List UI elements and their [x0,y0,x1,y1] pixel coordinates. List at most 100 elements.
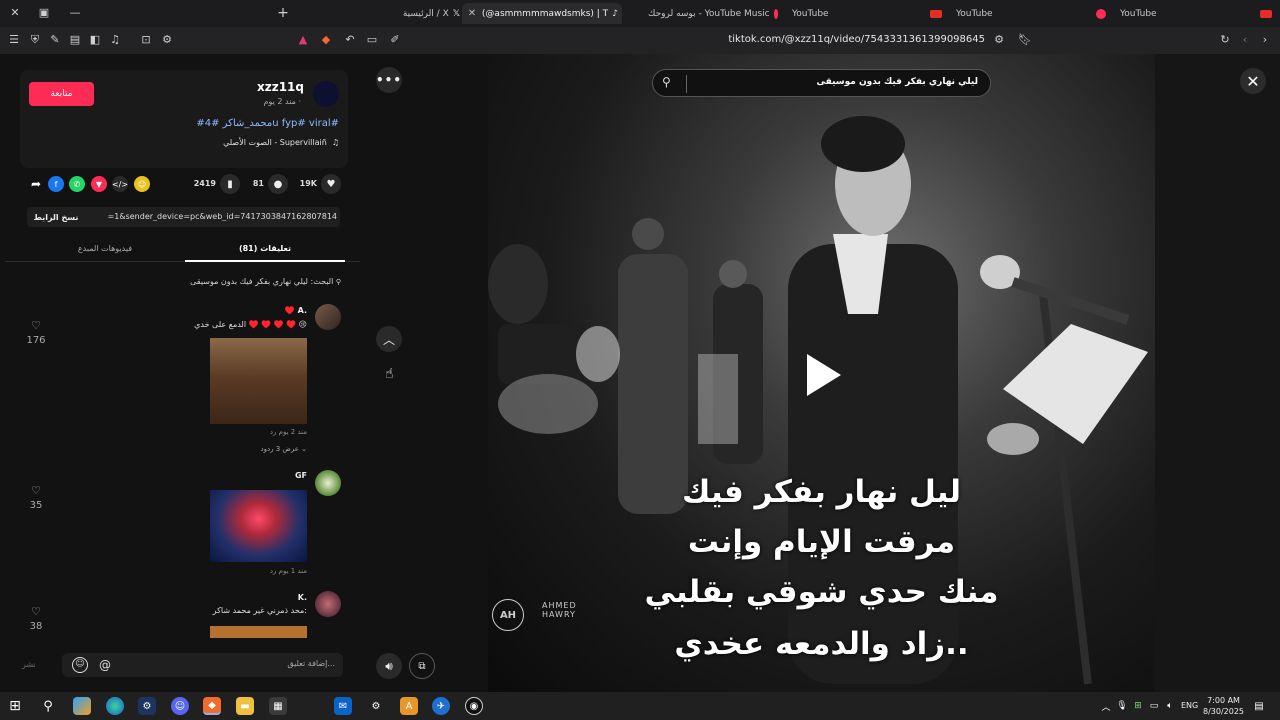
volume-icon[interactable]: 🔊︎ [376,653,402,679]
speaker-icon[interactable]: 🔈︎ [1161,697,1179,715]
copilot-icon[interactable] [73,697,91,715]
shield-icon[interactable]: ⛨ [27,32,43,48]
input-language[interactable]: ENG [1181,701,1198,710]
window-icon[interactable]: ⊡ [138,32,154,48]
discord-icon[interactable]: ☺ [171,697,189,715]
tab-title: YouTube [792,8,829,19]
brave-shield-icon[interactable]: ◆ [318,32,334,48]
comment-author[interactable]: ♥️ A. [285,306,307,315]
music-icon[interactable]: ♫ [107,32,123,48]
close-icon[interactable]: ✕ [1240,68,1266,94]
post-comment-button[interactable]: نشر [22,660,36,669]
tab-creator-videos[interactable]: فيديوهات المبدع [25,244,185,253]
tab-x[interactable]: الرئيسية / X 𝕏 [390,3,460,24]
screen-icon[interactable]: ▭ [364,32,380,48]
author-username[interactable]: xzz11q [257,80,304,94]
site-settings-icon[interactable]: ⚙ [991,32,1007,48]
minimize-icon[interactable]: — [67,5,83,21]
forward-icon[interactable]: › [1257,32,1273,48]
tab-comments[interactable]: تعليقات (81) [185,244,345,253]
comment-like-icon[interactable]: ♡ [28,605,44,618]
comment-sticker-image[interactable] [210,490,307,562]
close-tab-icon[interactable]: ✕ [466,8,478,19]
share-arrow-icon[interactable]: ➦ [28,176,44,192]
edit-icon[interactable]: ✐ [387,32,403,48]
author-avatar[interactable] [313,81,339,107]
video-frame[interactable]: ⚲ ليلي نهاري بفكر فيك بدون موسيقى ليل نه… [488,54,1155,692]
tab-youtube-1[interactable]: YouTube [792,3,942,24]
comment-input[interactable]: إضافة تعليق... ☺ @ [62,653,343,677]
facebook-icon[interactable]: f [48,176,64,192]
search-hint[interactable]: البحث: ليلي نهاري بفكر فيك بدون موسيقى ⚲ [190,277,341,286]
tabs-icon[interactable]: ▤ [67,32,83,48]
comment-like-icon[interactable]: ♡ [28,319,44,332]
emoji-icon[interactable]: ☺ [72,657,88,673]
youtube-icon [1260,9,1272,18]
comment-meta: مند 1 يوم رد [269,567,307,575]
comment-icon[interactable]: ● [268,174,288,194]
search-icon[interactable]: ⚲ [39,697,57,715]
brave-icon[interactable]: ◆ [203,697,221,715]
menu-icon[interactable]: ☰ [6,32,22,48]
vpn-icon[interactable]: ▲ [295,32,311,48]
browser-toolbar: ☰ ⛨ ✎ ▤ ◧ ♫ ⊡ ⚙ ▲ ◆ ↶ ▭ ✐ tiktok.com/@xz… [0,27,1280,54]
search-icon[interactable]: ⚲ [662,75,671,89]
reload-icon[interactable]: ↻ [1217,32,1233,48]
comment-author[interactable]: GF [295,471,307,480]
comment-avatar[interactable] [315,470,341,496]
settings-gear-icon[interactable]: ⚙ [367,697,385,715]
app-bird-icon[interactable]: ✈ [432,697,450,715]
friends-icon[interactable]: ☺ [134,176,150,192]
tab-youtube-music[interactable]: بوسه لروحك - YouTube Music [648,3,778,24]
comment-like-icon[interactable]: ♡ [28,484,44,497]
more-options-icon[interactable]: ••• [376,67,402,93]
comment-like-count: 35 [29,500,43,511]
watermark-logo-icon: AH [492,599,524,631]
embed-icon[interactable]: </> [112,176,128,192]
comment-sticker-image[interactable] [210,338,307,424]
send-icon[interactable]: ▼ [91,176,107,192]
sidebar-icon[interactable]: ◧ [87,32,103,48]
share-link-text[interactable]: =1&sender_device=pc&web_id=7417303847162… [89,212,337,221]
heart-icon[interactable]: ♥ [321,174,341,194]
tab-tiktok[interactable]: ✕ (@asmmmmmawdsmks) | TikTok ♪ [462,3,622,24]
post-sound[interactable]: الصوت الأصلي - Supervillaiñ ♫ [223,138,339,147]
tab-actions-icon[interactable]: ▣ [36,5,52,21]
close-window-icon[interactable]: ✕ [7,5,23,21]
tab-youtube-2[interactable]: YouTube [956,3,1106,24]
comment-author[interactable]: K. [298,593,307,602]
whatsapp-icon[interactable]: ✆ [69,176,85,192]
back-history-icon[interactable]: ↶ [342,32,358,48]
play-icon[interactable] [807,354,841,396]
settings-icon[interactable]: ⚙ [159,32,175,48]
comment-meta: مند 2 يوم رد [269,428,307,436]
notifications-icon[interactable]: ▤ [1250,697,1268,715]
extensions-icon[interactable]: ✎ [47,32,63,48]
steam-icon[interactable]: ⚙ [138,697,156,715]
video-search-bar[interactable]: ⚲ ليلي نهاري بفكر فيك بدون موسيقى [652,69,991,97]
follow-button[interactable]: متابعة [29,82,94,106]
store-icon[interactable]: ▦ [269,697,287,715]
app-a-icon[interactable]: A [400,697,418,715]
back-icon[interactable]: ‹ [1237,32,1253,48]
windows-start-icon[interactable]: ⊞ [6,697,24,715]
mention-icon[interactable]: @ [97,657,113,673]
comment-sticker-image[interactable] [210,626,307,638]
edge-icon[interactable] [106,697,124,715]
video-player[interactable]: ⚲ ليلي نهاري بفكر فيك بدون موسيقى ليل نه… [488,54,1280,692]
previous-video-chevron-up-icon[interactable]: ︿ [376,326,402,352]
post-hashtags[interactable]: #محمد_شاكر #4u fyp# viral# [196,118,339,129]
copy-link-button[interactable]: نسخ الرابط [27,207,85,227]
comment-avatar[interactable] [315,304,341,330]
system-clock[interactable]: 7:00 AM 8/30/2025 [1203,695,1244,717]
address-bar[interactable]: tiktok.com/@xzz11q/video/754333136139909… [700,34,985,45]
bookmark-icon[interactable]: 🔖︎ [1017,32,1033,48]
steam-client-icon[interactable]: ◉ [465,697,483,715]
view-replies-button[interactable]: عرض 3 ردود ⌄ [260,445,307,453]
tab-youtube-3[interactable]: YouTube [1120,3,1272,24]
comment-avatar[interactable] [315,591,341,617]
new-tab-icon[interactable]: + [275,5,291,21]
outlook-icon[interactable]: ✉ [334,697,352,715]
file-explorer-icon[interactable]: ▬ [236,697,254,715]
picture-in-picture-icon[interactable]: ⧉ [409,653,435,679]
